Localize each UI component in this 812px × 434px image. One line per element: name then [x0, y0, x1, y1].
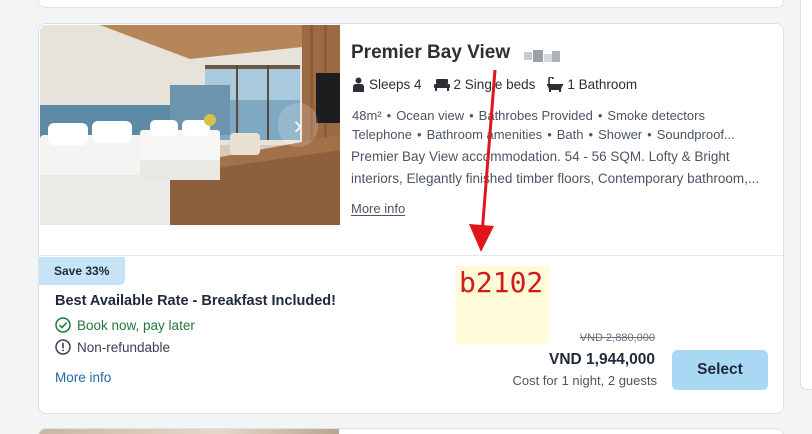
- next-photo-button[interactable]: ›: [278, 103, 318, 147]
- select-button[interactable]: Select: [672, 350, 768, 390]
- pay-later-policy: Book now, pay later: [55, 317, 195, 333]
- refund-policy: Non-refundable: [55, 339, 170, 355]
- feature-item: Ocean view: [396, 108, 465, 123]
- feature-item: Bathroom amenities: [426, 127, 543, 142]
- bed-icon: [433, 79, 450, 91]
- room-more-info-link[interactable]: More info: [351, 201, 405, 216]
- non-refundable-label: Non-refundable: [77, 339, 171, 355]
- feature-item: Soundproof...: [656, 127, 735, 142]
- feature-item: Smoke detectors: [607, 108, 705, 123]
- feature-list: 48m² • Ocean view • Bathrobes Provided • Smoke…: [352, 108, 735, 142]
- section-divider: [39, 255, 783, 256]
- sleeps-label: Sleeps 4: [369, 77, 422, 92]
- bathtub-icon: [547, 77, 564, 92]
- rate-more-info-link[interactable]: More info: [55, 370, 111, 385]
- feature-item: 48m²: [352, 108, 382, 123]
- room-photo[interactable]: ›: [40, 25, 340, 225]
- room-card: › Premier Bay View Sleeps 4 2 Single bed…: [38, 23, 784, 414]
- next-room-card: [38, 428, 784, 434]
- chevron-right-icon: ›: [293, 109, 303, 140]
- current-price: VND 1,944,000: [549, 351, 655, 368]
- annotation-label: b2102: [459, 266, 544, 299]
- room-title: Premier Bay View: [351, 42, 511, 63]
- feature-item: Bath: [556, 127, 584, 142]
- room-description: Premier Bay View accommodation. 54 - 56 …: [351, 149, 760, 186]
- person-icon: [353, 77, 364, 92]
- feature-item: Shower: [598, 127, 643, 142]
- price-note: Cost for 1 night, 2 guests: [512, 373, 657, 388]
- rate-name: Best Available Rate - Breakfast Included…: [55, 293, 336, 309]
- save-badge: Save 33%: [39, 257, 125, 285]
- room-tag-icons: [524, 50, 560, 66]
- check-circle-icon: [55, 317, 71, 333]
- feature-item: Telephone: [352, 127, 412, 142]
- amenity-row: Sleeps 4 2 Single beds 1 Bathroom: [352, 77, 637, 92]
- beds-amenity: 2 Single beds: [433, 77, 536, 92]
- sleeps-amenity: Sleeps 4: [352, 77, 422, 92]
- info-circle-icon: [55, 339, 71, 355]
- bathroom-label: 1 Bathroom: [567, 77, 638, 92]
- previous-room-card: [38, 0, 784, 8]
- pay-later-label: Book now, pay later: [77, 317, 195, 333]
- next-room-photo: [39, 429, 339, 434]
- beds-label: 2 Single beds: [453, 77, 536, 92]
- side-panel-edge: [800, 0, 812, 390]
- bathroom-amenity: 1 Bathroom: [547, 77, 637, 92]
- feature-item: Bathrobes Provided: [478, 108, 593, 123]
